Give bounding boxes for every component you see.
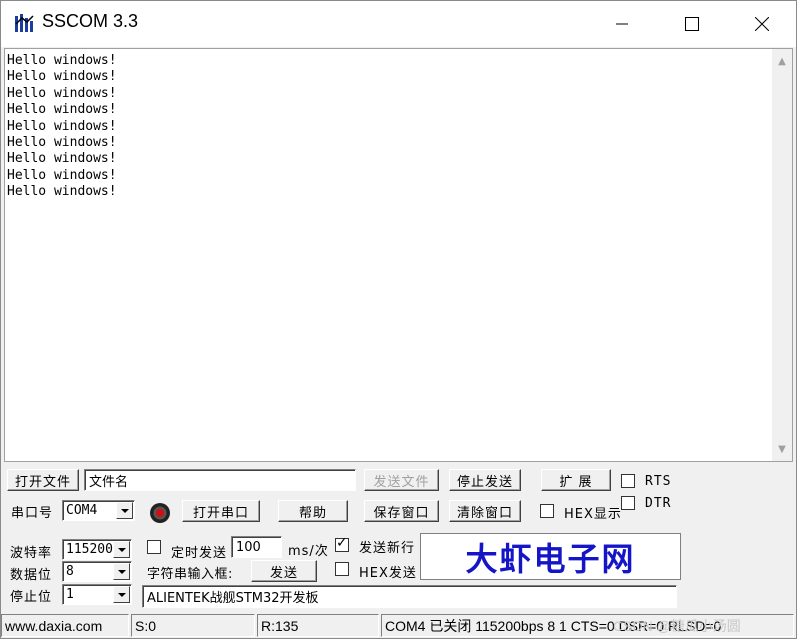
rts-checkbox[interactable] — [621, 474, 635, 488]
status-website: www.daxia.com — [1, 614, 129, 637]
expand-button[interactable]: 扩 展 — [541, 469, 611, 491]
timed-send-checkbox[interactable] — [147, 540, 161, 554]
chevron-down-icon[interactable] — [113, 541, 130, 558]
save-window-button[interactable]: 保存窗口 — [364, 500, 439, 522]
stopbits-label: 停止位 — [10, 590, 53, 605]
window-title: SSCOM 3.3 — [42, 11, 139, 31]
hex-display-label: HEX显示 — [564, 507, 622, 522]
stop-send-button[interactable]: 停止发送 — [449, 469, 521, 491]
status-bar: www.daxia.com S:0 R:135 COM4 已关闭 115200b… — [1, 613, 796, 638]
baud-value: 115200 — [66, 542, 113, 557]
open-port-button[interactable]: 打开串口 — [182, 500, 260, 522]
receive-line: Hello windows! — [7, 53, 117, 68]
send-input[interactable]: ALIENTEK战舰STM32开发板 — [142, 585, 677, 608]
databits-select[interactable]: 8 — [62, 561, 132, 582]
brand-text: 大虾电子网 — [465, 539, 636, 578]
status-sent: S:0 — [131, 614, 255, 637]
stopbits-value: 1 — [66, 587, 74, 602]
send-newline-checkbox[interactable] — [335, 535, 349, 552]
interval-field[interactable]: 100 — [231, 536, 282, 558]
chevron-down-icon[interactable] — [113, 586, 130, 603]
status-received: R:135 — [257, 614, 379, 637]
dtr-checkbox[interactable] — [621, 496, 635, 510]
interval-unit: ms/次 — [288, 544, 329, 559]
port-label: 串口号 — [11, 506, 54, 521]
databits-value: 8 — [66, 564, 74, 579]
app-icon — [15, 14, 34, 32]
port-status-icon — [150, 503, 170, 523]
receive-line: Hello windows! — [7, 135, 117, 151]
minimize-button[interactable] — [587, 1, 657, 47]
databits-label: 数据位 — [10, 568, 53, 583]
port-value: COM4 — [66, 503, 98, 518]
timed-send-label: 定时发送 — [171, 546, 228, 561]
receive-line: Hello windows! — [7, 151, 117, 167]
baud-select[interactable]: 115200 — [62, 539, 132, 560]
port-select[interactable]: COM4 — [62, 500, 135, 521]
maximize-button[interactable] — [657, 1, 727, 47]
string-input-label: 字符串输入框: — [147, 567, 233, 582]
rts-label: RTS — [645, 474, 672, 489]
receive-line: Hello windows! — [7, 118, 117, 134]
stopbits-select[interactable]: 1 — [62, 584, 132, 605]
receive-textarea[interactable]: Hello windows! Hello windows! Hello window… — [4, 48, 793, 462]
receive-line: Hello windows! — [7, 85, 117, 101]
hex-send-label: HEX发送 — [359, 566, 417, 581]
clear-window-button[interactable]: 清除窗口 — [449, 500, 521, 522]
baud-label: 波特率 — [10, 546, 53, 561]
chevron-down-icon[interactable] — [113, 563, 130, 580]
send-button[interactable]: 发送 — [251, 560, 317, 582]
watermark-text: CSDN @糖瓜小汤圆 — [613, 618, 741, 634]
scroll-down-icon[interactable]: ▼ — [772, 439, 792, 459]
title-bar: SSCOM 3.3 — [1, 1, 796, 47]
brand-banner: 大虾电子网 — [420, 533, 681, 580]
chevron-down-icon[interactable] — [116, 502, 133, 519]
hex-display-checkbox[interactable] — [540, 504, 554, 518]
sscom-window: SSCOM 3.3 Hello windows! Hello windows! He… — [0, 0, 797, 639]
open-file-button[interactable]: 打开文件 — [7, 469, 79, 491]
receive-line: Hello windows! — [7, 167, 117, 183]
send-file-button[interactable]: 发送文件 — [364, 469, 439, 491]
receive-line: Hello windows! — [7, 102, 117, 118]
close-icon — [755, 17, 769, 31]
control-panel: 打开文件 文件名 发送文件 停止发送 扩 展 RTS 串口号 COM4 打开串口… — [1, 463, 796, 613]
file-name-field[interactable]: 文件名 — [84, 469, 356, 491]
receive-line: Hello windows! — [7, 69, 117, 85]
maximize-icon — [685, 17, 699, 31]
dtr-label: DTR — [645, 496, 672, 511]
minimize-icon — [616, 23, 628, 25]
receive-line: Hello windows! — [7, 184, 117, 200]
help-button[interactable]: 帮助 — [278, 500, 348, 522]
close-button[interactable] — [727, 1, 797, 47]
hex-send-checkbox[interactable] — [335, 562, 349, 576]
send-newline-label: 发送新行 — [359, 541, 416, 556]
vertical-scrollbar[interactable]: ▲ ▼ — [772, 49, 792, 461]
receive-text: Hello windows! Hello windows! Hello window… — [7, 53, 117, 201]
scroll-up-icon[interactable]: ▲ — [772, 51, 792, 71]
